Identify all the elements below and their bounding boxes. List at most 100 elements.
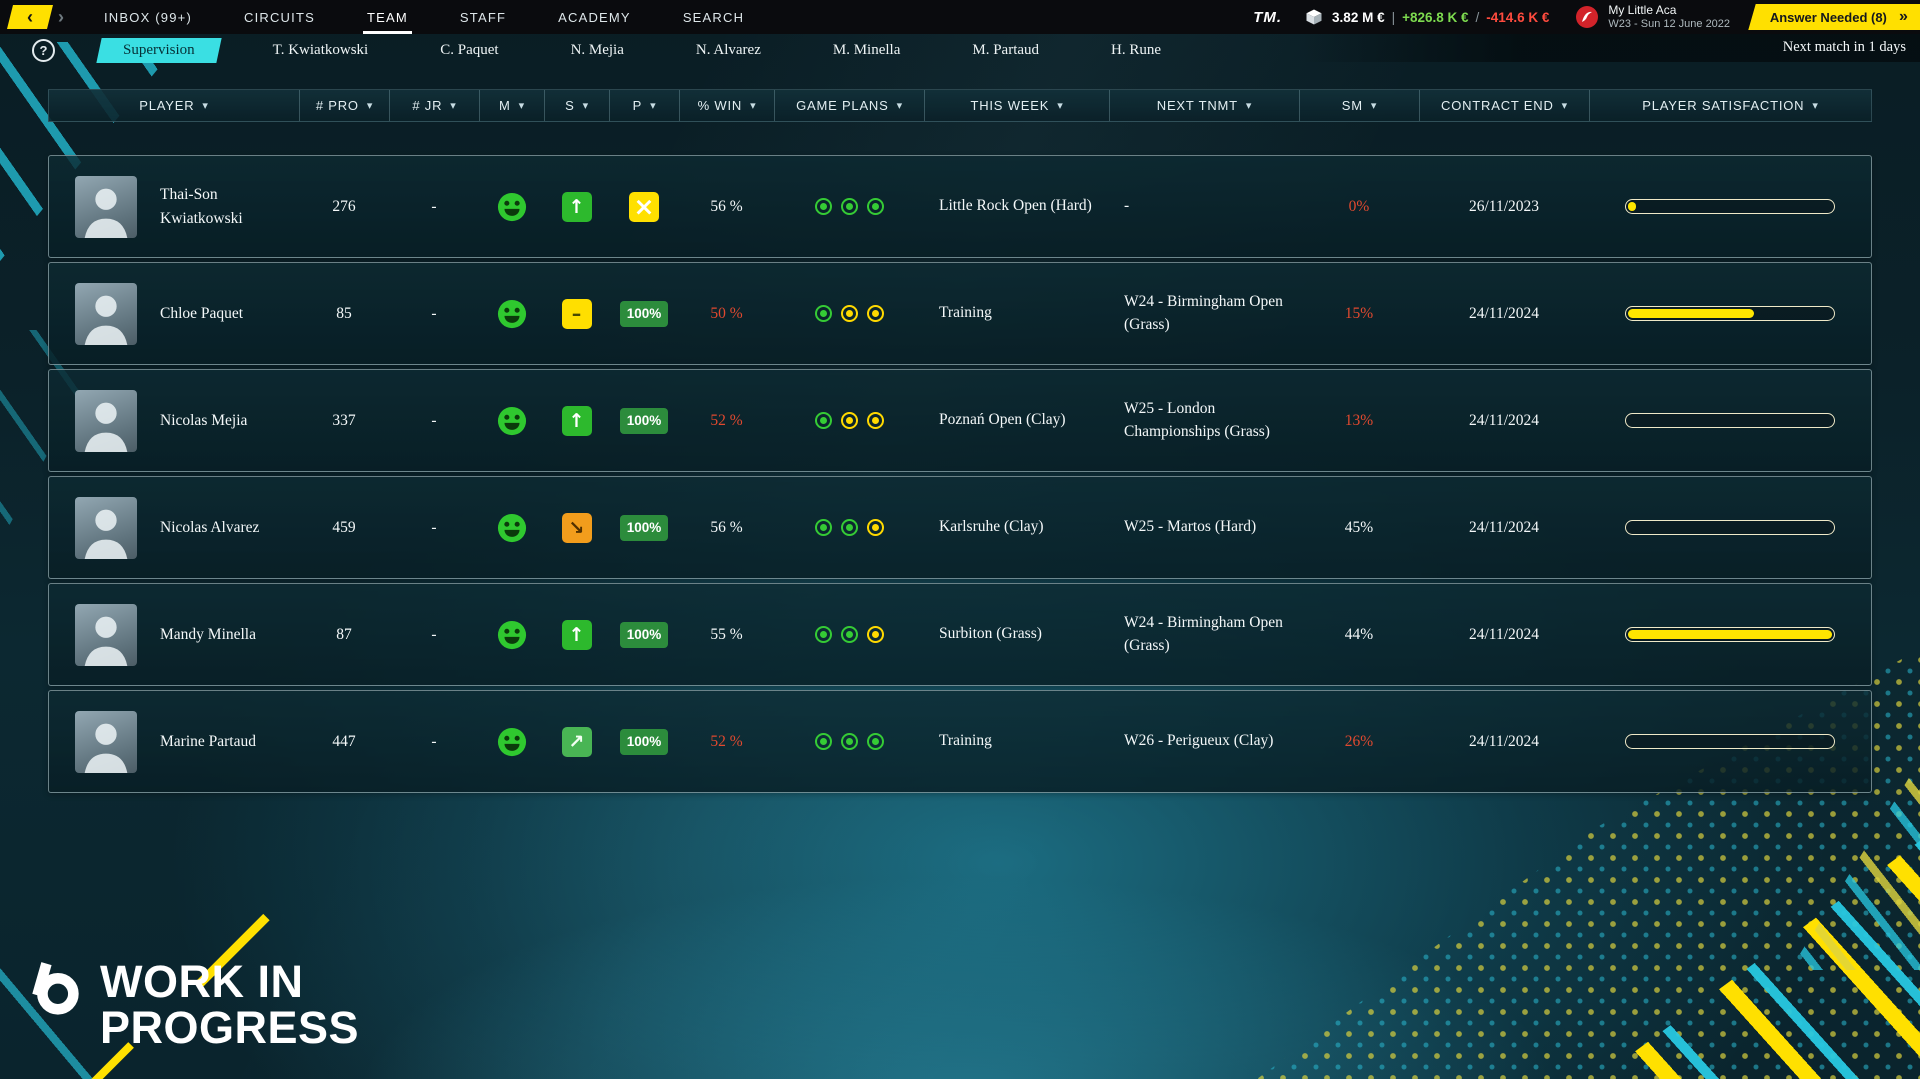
tab-label: M. Partaud — [972, 42, 1039, 58]
header-p[interactable]: P — [609, 90, 679, 121]
satisfaction-fill — [1628, 630, 1832, 639]
table-row[interactable]: Mandy Minella 87 - ↑ 100% × 55 % Surbito… — [48, 583, 1872, 686]
header-sm[interactable]: SM — [1299, 90, 1419, 121]
tab-c-paquet[interactable]: C. Paquet — [422, 38, 516, 63]
table-row[interactable]: Thai-Son Kwiatkowski 276 - ↑ × 56 % Litt… — [48, 155, 1872, 258]
header-game-plans[interactable]: GAME PLANS — [774, 90, 924, 121]
header-m[interactable]: M — [479, 90, 544, 121]
game-plan-green-icon — [841, 198, 858, 215]
header-next-tnmt[interactable]: NEXT TNMT — [1109, 90, 1299, 121]
header-label: PLAYER SATISFACTION — [1642, 98, 1804, 113]
tab-n-mejia[interactable]: N. Mejia — [553, 38, 642, 63]
happy-mood-icon — [497, 513, 527, 543]
table-row[interactable]: Nicolas Alvarez 459 - ↘ 100% × 56 % Karl… — [48, 476, 1872, 579]
player-avatar — [75, 176, 137, 238]
header-label: SM — [1342, 98, 1363, 113]
satisfaction-bar — [1625, 306, 1835, 321]
forward-button[interactable]: › — [58, 7, 64, 28]
junior-rank: - — [389, 305, 479, 323]
win-rate: 52 % — [679, 733, 774, 751]
pro-rank: 276 — [299, 198, 389, 216]
contract-end: 24/11/2024 — [1419, 733, 1589, 751]
game-plans — [774, 733, 924, 750]
header-this-week[interactable]: THIS WEEK — [924, 90, 1109, 121]
player-rows: Thai-Son Kwiatkowski 276 - ↑ × 56 % Litt… — [48, 155, 1872, 793]
mood-cell — [479, 513, 544, 543]
player-name: Thai-Son Kwiatkowski — [160, 183, 292, 230]
back-button[interactable]: ‹ — [7, 5, 53, 29]
game-plans — [774, 198, 924, 215]
sub-nav: Supervision T. Kwiatkowski C. Paquet N. Mej… — [99, 38, 1215, 63]
player-name: Nicolas Alvarez — [160, 516, 259, 539]
studio-logo-icon — [26, 959, 84, 1022]
game-plan-yellow-icon — [867, 519, 884, 536]
sm-value: 15% — [1299, 305, 1419, 323]
mood-cell — [479, 620, 544, 650]
win-rate: 56 % — [679, 519, 774, 537]
tab-m-minella[interactable]: M. Minella — [815, 38, 919, 63]
header-player[interactable]: PLAYER — [49, 90, 299, 121]
game-plan-green-icon — [841, 733, 858, 750]
table-row[interactable]: Nicolas Mejia 337 - ↑ 100% × 52 % Poznań… — [48, 369, 1872, 472]
win-rate: 52 % — [679, 412, 774, 430]
header-label: % WIN — [698, 98, 742, 113]
nav-academy[interactable]: ACADEMY — [532, 0, 657, 34]
tm-logo: TM. — [1253, 9, 1282, 26]
header-contract-end[interactable]: CONTRACT END — [1419, 90, 1589, 121]
satisfaction-fill — [1628, 309, 1754, 318]
header-win[interactable]: % WIN — [679, 90, 774, 121]
nav-circuits[interactable]: CIRCUITS — [218, 0, 341, 34]
player-avatar — [75, 283, 137, 345]
tab-t-kwiatkowski[interactable]: T. Kwiatkowski — [255, 38, 387, 63]
nav-team[interactable]: TEAM — [341, 0, 434, 34]
table-row[interactable]: Chloe Paquet 85 - – 100% × 50 % Training… — [48, 262, 1872, 365]
game-plan-green-icon — [867, 198, 884, 215]
junior-rank: - — [389, 412, 479, 430]
money-icon — [1304, 7, 1324, 27]
header-label: # PRO — [316, 98, 359, 113]
satisfaction-bar — [1625, 413, 1835, 428]
game-plan-green-icon — [815, 412, 832, 429]
nav-staff[interactable]: STAFF — [434, 0, 532, 34]
player-avatar — [75, 390, 137, 452]
game-plan-green-icon — [815, 519, 832, 536]
form-cell: ↑ — [544, 192, 609, 222]
game-plan-yellow-icon — [867, 305, 884, 322]
answer-needed-label: Answer Needed (8) — [1770, 10, 1887, 25]
header-pro[interactable]: # PRO — [299, 90, 389, 121]
mood-cell — [479, 406, 544, 436]
junior-rank: - — [389, 198, 479, 216]
physical-cell: 100% × — [609, 301, 679, 327]
player-cell: Mandy Minella — [49, 604, 299, 666]
tab-label: T. Kwiatkowski — [273, 42, 369, 58]
this-week: Karlsruhe (Clay) — [924, 516, 1109, 538]
header-label: THIS WEEK — [970, 98, 1049, 113]
form-cell: ↑ — [544, 620, 609, 650]
pro-rank: 459 — [299, 519, 389, 537]
work-in-progress-label: WORK IN PROGRESS — [100, 959, 359, 1051]
game-plan-green-icon — [841, 519, 858, 536]
physical-cell: 100% × — [609, 408, 679, 434]
table-header: PLAYER # PRO # JRMS P % WIN GAME PLANS THIS WE… — [48, 89, 1872, 122]
tab-h-rune[interactable]: H. Rune — [1093, 38, 1179, 63]
header-label: P — [633, 98, 642, 113]
header-player-satisfaction[interactable]: PLAYER SATISFACTION — [1589, 90, 1871, 121]
physical-cell: 100% × — [609, 622, 679, 648]
game-plans — [774, 519, 924, 536]
header-jr[interactable]: # JR — [389, 90, 479, 121]
next-tournament: W26 - Perigueux (Clay) — [1109, 730, 1299, 752]
header-s[interactable]: S — [544, 90, 609, 121]
tab-n-alvarez[interactable]: N. Alvarez — [678, 38, 779, 63]
tab-m-partaud[interactable]: M. Partaud — [954, 38, 1057, 63]
answer-needed-button[interactable]: Answer Needed (8) » — [1748, 4, 1920, 30]
nav-search[interactable]: SEARCH — [657, 0, 770, 34]
form-icon: – — [562, 299, 592, 329]
sm-value: 0% — [1299, 198, 1419, 216]
help-button[interactable]: ? — [32, 39, 55, 62]
game-plan-yellow-icon — [867, 412, 884, 429]
table-row[interactable]: Marine Partaud 447 - ↗ 100% × 52 % Train… — [48, 690, 1872, 793]
nav-inbox-99[interactable]: INBOX (99+) — [78, 0, 218, 34]
happy-mood-icon — [497, 727, 527, 757]
tab-supervision[interactable]: Supervision — [96, 38, 221, 63]
tab-label: N. Mejia — [571, 42, 624, 58]
